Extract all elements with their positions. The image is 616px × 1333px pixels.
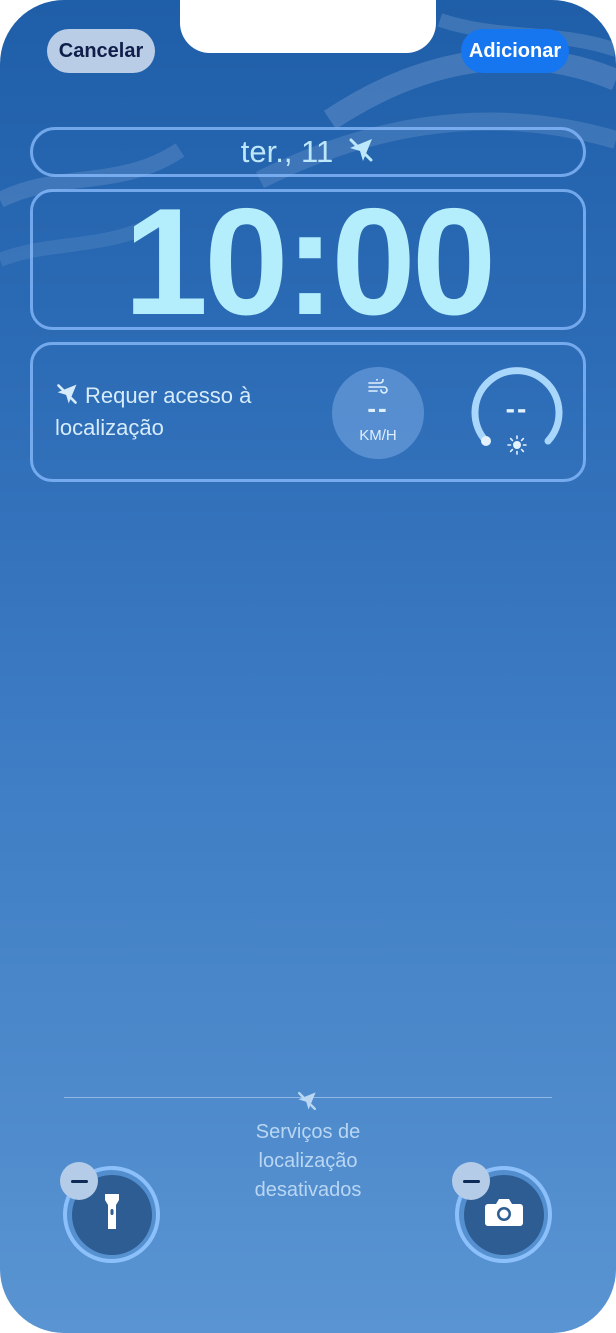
flashlight-icon	[102, 1193, 122, 1236]
location-services-status: Serviços de localização desativados	[254, 1121, 362, 1201]
location-slash-icon	[347, 136, 375, 169]
location-slash-icon	[55, 382, 79, 413]
camera-icon	[484, 1197, 524, 1232]
sun-icon	[507, 435, 527, 460]
widgets-slot[interactable]: Requer acesso à localização -- KM/H --	[30, 342, 586, 482]
remove-camera-button[interactable]	[452, 1162, 490, 1200]
add-button[interactable]: Adicionar	[461, 29, 569, 73]
wind-widget[interactable]: -- KM/H	[332, 367, 424, 459]
cancel-button[interactable]: Cancelar	[47, 29, 155, 73]
location-required-text: Requer acesso à localização	[55, 383, 252, 440]
wind-unit: KM/H	[359, 427, 397, 444]
location-required-widget[interactable]: Requer acesso à localização	[55, 381, 315, 442]
clock-time: 10:00	[123, 177, 497, 347]
wind-value: --	[367, 393, 389, 423]
remove-flashlight-button[interactable]	[60, 1162, 98, 1200]
clock-slot[interactable]: 10:00	[30, 182, 586, 342]
date-widget-slot[interactable]: ter., 11	[30, 127, 586, 177]
minus-icon	[462, 1179, 480, 1183]
lock-screen-editor: Cancelar Adicionar ter., 11 10:00 Requer…	[0, 0, 616, 1333]
device-notch	[180, 0, 436, 53]
minus-icon	[70, 1179, 88, 1183]
uv-gauge-widget[interactable]: --	[469, 365, 565, 461]
uv-value: --	[505, 393, 529, 424]
location-slash-icon	[296, 1090, 318, 1117]
date-label: ter., 11	[240, 134, 334, 169]
